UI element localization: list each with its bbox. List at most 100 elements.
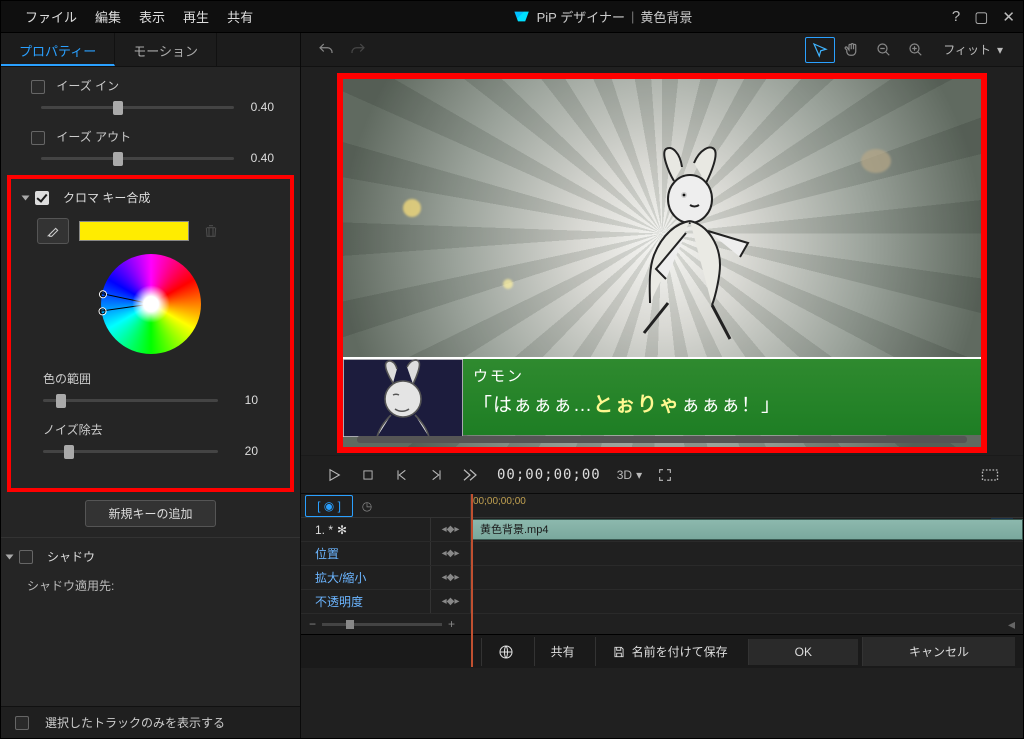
menu-edit[interactable]: 編集 <box>95 7 121 26</box>
trash-icon <box>203 223 219 239</box>
chroma-section-header[interactable]: クロマ キー合成 <box>17 185 284 212</box>
prev-frame-button[interactable] <box>391 464 413 486</box>
chroma-enable-checkbox[interactable] <box>35 191 49 205</box>
ruler-timecode: 00;00;00;00 <box>473 496 526 507</box>
track-position-label[interactable]: 位置 <box>301 542 431 565</box>
save-as-button[interactable]: 名前を付けて保存 <box>595 637 744 666</box>
globe-button[interactable] <box>481 638 530 666</box>
ease-in-value: 0.40 <box>234 100 274 114</box>
titlebar: ファイル 編集 表示 再生 共有 PiP デザイナー | 黄色背景 ? ▢ ✕ <box>1 1 1023 33</box>
eyedropper-icon <box>45 223 61 239</box>
eyedropper-button[interactable] <box>37 218 69 244</box>
app-logo-icon <box>513 10 531 24</box>
tab-motion[interactable]: モーション <box>115 33 217 66</box>
timeline-ruler[interactable]: 00;00;00;00 <box>471 494 1023 517</box>
track1-label[interactable]: 1. *✻ <box>301 518 431 541</box>
preview-video-area[interactable]: ウモン 「はぁぁぁ…とぉりゃぁぁぁ！」 <box>343 79 981 447</box>
redo-button[interactable] <box>343 37 373 63</box>
track-opacity-label[interactable]: 不透明度 <box>301 590 431 613</box>
timeline-scroll-left[interactable]: ◂ <box>1008 616 1015 633</box>
show-selected-only-checkbox[interactable] <box>15 716 29 730</box>
show-selected-only-label: 選択したトラックのみを表示する <box>45 714 225 731</box>
ease-in-slider[interactable] <box>41 106 234 109</box>
close-icon[interactable]: ✕ <box>1002 8 1015 26</box>
window-controls: ? ▢ ✕ <box>952 8 1015 26</box>
fast-forward-button[interactable] <box>459 464 481 486</box>
track1-keyframe-nav[interactable]: ◂◆▸ <box>431 518 471 541</box>
ease-in-checkbox[interactable] <box>31 80 45 94</box>
fullscreen-button[interactable] <box>654 464 676 486</box>
add-new-key-button[interactable]: 新規キーの追加 <box>85 500 215 527</box>
menu-view[interactable]: 表示 <box>139 7 165 26</box>
help-icon[interactable]: ? <box>952 8 960 26</box>
shadow-section-header[interactable]: シャドウ <box>1 544 300 571</box>
position-lane[interactable] <box>471 542 1023 565</box>
playhead[interactable] <box>471 494 473 667</box>
ease-out-value: 0.40 <box>234 151 274 165</box>
position-keyframe-nav[interactable]: ◂◆▸ <box>431 542 471 565</box>
hand-tool-button[interactable] <box>837 37 867 63</box>
timeline-zoom-in[interactable]: + <box>448 617 455 631</box>
undo-button[interactable] <box>311 37 341 63</box>
denoise-label: ノイズ除去 <box>17 417 284 440</box>
rabbit-character <box>598 145 778 345</box>
menu-share[interactable]: 共有 <box>227 7 253 26</box>
main-menu: ファイル 編集 表示 再生 共有 <box>9 7 253 26</box>
timeline-time-mode[interactable]: ◷ <box>353 499 381 513</box>
ease-out-label: イーズ アウト <box>56 130 131 144</box>
chevron-down-icon: ▾ <box>997 43 1003 57</box>
zoom-fit-label: フィット <box>943 41 991 58</box>
safe-zone-button[interactable] <box>979 464 1001 486</box>
color-range-slider[interactable] <box>43 399 218 402</box>
cancel-button[interactable]: キャンセル <box>862 637 1015 666</box>
document-name: 黄色背景 <box>640 7 692 26</box>
opacity-keyframe-nav[interactable]: ◂◆▸ <box>431 590 471 613</box>
timeline-zoom-slider[interactable] <box>322 623 442 626</box>
clip-yellow-bg[interactable]: 黄色背景.mp4 <box>471 519 1023 540</box>
preview-progress-bar[interactable] <box>357 436 967 443</box>
preview-panel: フィット ▾ <box>301 33 1023 738</box>
title-sep: | <box>631 9 634 24</box>
caption-line: 「はぁぁぁ…とぉりゃぁぁぁ！」 <box>473 388 971 417</box>
play-button[interactable] <box>323 464 345 486</box>
playback-controls: 00;00;00;00 3D▾ <box>301 455 1023 493</box>
highlight-box-chroma: クロマ キー合成 <box>7 175 294 492</box>
app-name: PiP デザイナー <box>537 7 625 26</box>
ok-button[interactable]: OK <box>748 639 858 665</box>
maximize-icon[interactable]: ▢ <box>974 8 988 26</box>
zoom-out-button[interactable] <box>869 37 899 63</box>
denoise-slider[interactable] <box>43 450 218 453</box>
menu-file[interactable]: ファイル <box>25 7 77 26</box>
footer-bar: 共有 名前を付けて保存 OK キャンセル <box>301 634 1023 668</box>
menu-play[interactable]: 再生 <box>183 7 209 26</box>
opacity-lane[interactable] <box>471 590 1023 613</box>
color-wheel[interactable] <box>101 254 201 354</box>
scale-keyframe-nav[interactable]: ◂◆▸ <box>431 566 471 589</box>
chroma-color-swatch[interactable] <box>79 221 189 241</box>
properties-panel: プロパティー モーション イーズ イン 0.40 イーズ アウト <box>1 33 301 738</box>
track-scale-label[interactable]: 拡大/縮小 <box>301 566 431 589</box>
timeline: [ ◉ ] ◷ 00;00;00;00 1. *✻ ◂◆▸ 黄色背景.mp4 位… <box>301 493 1023 634</box>
ease-out-slider[interactable] <box>41 157 234 160</box>
stop-button[interactable] <box>357 464 379 486</box>
caption-portrait <box>343 359 463 435</box>
denoise-value: 20 <box>218 444 258 458</box>
zoom-in-button[interactable] <box>901 37 931 63</box>
delete-key-button[interactable] <box>199 219 223 243</box>
zoom-fit-dropdown[interactable]: フィット ▾ <box>933 41 1013 58</box>
3d-toggle[interactable]: 3D▾ <box>617 468 642 482</box>
ease-out-checkbox[interactable] <box>31 131 45 145</box>
share-button[interactable]: 共有 <box>534 637 591 666</box>
shadow-apply-label: シャドウ適用先: <box>1 571 300 600</box>
timeline-keyframe-mode[interactable]: [ ◉ ] <box>305 495 353 517</box>
timecode-display[interactable]: 00;00;00;00 <box>493 467 605 483</box>
next-frame-button[interactable] <box>425 464 447 486</box>
shadow-enable-checkbox[interactable] <box>19 550 33 564</box>
timeline-zoom-out[interactable]: − <box>309 617 316 631</box>
tab-properties[interactable]: プロパティー <box>1 33 115 66</box>
caption-speaker: ウモン <box>473 365 971 386</box>
chroma-title: クロマ キー合成 <box>63 189 150 206</box>
video-caption-bar: ウモン 「はぁぁぁ…とぉりゃぁぁぁ！」 <box>343 357 981 435</box>
move-tool-button[interactable] <box>805 37 835 63</box>
scale-lane[interactable] <box>471 566 1023 589</box>
